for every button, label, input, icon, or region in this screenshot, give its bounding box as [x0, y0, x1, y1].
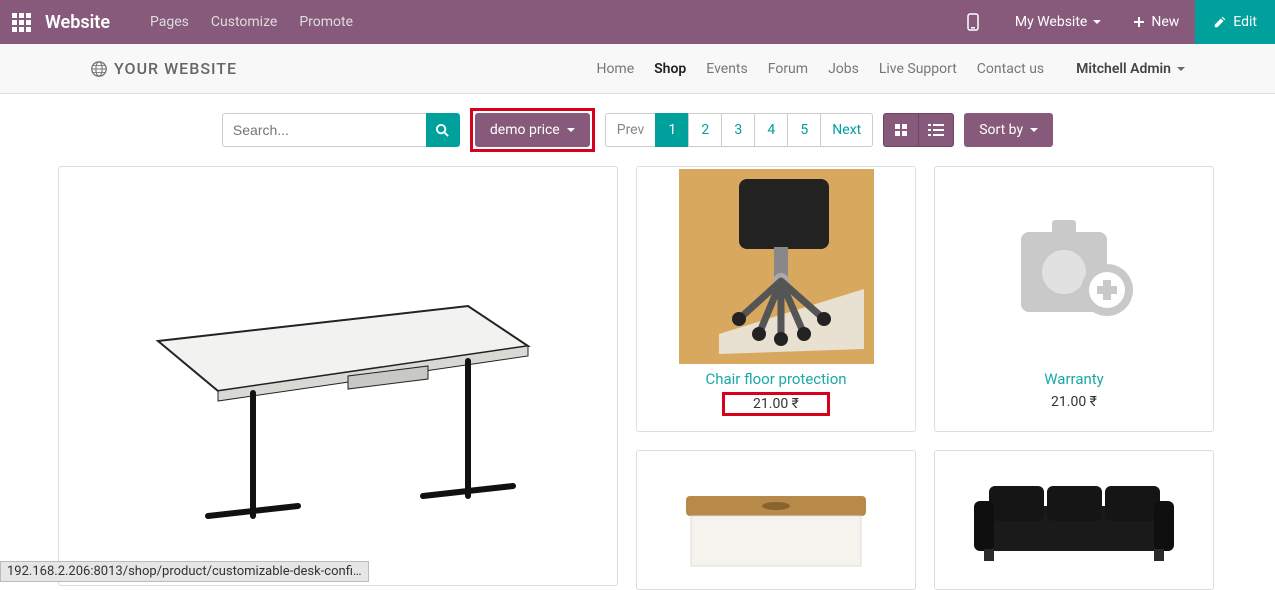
apps-icon[interactable]	[12, 13, 31, 32]
user-name: Mitchell Admin	[1076, 61, 1171, 77]
product-row-2	[636, 450, 1214, 590]
sofa-image	[959, 461, 1189, 571]
pricelist-label: demo price	[490, 122, 560, 138]
grid-view-button[interactable]	[883, 113, 919, 147]
page-2[interactable]: 2	[688, 113, 722, 147]
top-bar: Website Pages Customize Promote My Websi…	[0, 0, 1275, 44]
pagination: Prev 1 2 3 4 5 Next	[605, 113, 874, 147]
search-button[interactable]	[426, 113, 460, 147]
right-column: Chair floor protection 21.00 ₹	[636, 166, 1214, 590]
product-card-box[interactable]	[636, 450, 916, 590]
site-brand[interactable]: YOUR WEBSITE	[90, 59, 237, 78]
plus-icon	[1133, 16, 1145, 28]
top-menu-promote[interactable]: Promote	[299, 14, 353, 30]
pricelist-highlight: demo price	[470, 108, 595, 152]
page-prev[interactable]: Prev	[605, 113, 657, 147]
nav-jobs[interactable]: Jobs	[828, 61, 859, 77]
pencil-icon	[1213, 15, 1227, 29]
page-5[interactable]: 5	[787, 113, 821, 147]
chair-mat-image	[679, 169, 874, 364]
top-menu-pages[interactable]: Pages	[150, 14, 189, 30]
product-title[interactable]: Chair floor protection	[705, 370, 846, 388]
mobile-preview-icon[interactable]	[967, 13, 979, 31]
pricelist-dropdown[interactable]: demo price	[475, 113, 590, 147]
nav-forum[interactable]: Forum	[768, 61, 808, 77]
globe-icon	[90, 60, 108, 78]
top-menu: Pages Customize Promote	[150, 14, 353, 30]
nav-contact[interactable]: Contact us	[977, 61, 1044, 77]
product-card-chair-mat[interactable]: Chair floor protection 21.00 ₹	[636, 166, 916, 432]
caret-down-icon	[1093, 20, 1101, 24]
page-next[interactable]: Next	[820, 113, 873, 147]
product-price-highlighted: 21.00 ₹	[722, 392, 830, 416]
top-menu-customize[interactable]: Customize	[211, 14, 277, 30]
my-website-dropdown[interactable]: My Website	[999, 14, 1117, 30]
top-right: My Website New Edit	[967, 0, 1275, 44]
caret-down-icon	[1177, 67, 1185, 71]
caret-down-icon	[567, 128, 575, 132]
product-title[interactable]: Warranty	[1044, 370, 1104, 388]
nav-shop[interactable]: Shop	[654, 61, 686, 77]
page-3[interactable]: 3	[721, 113, 755, 147]
user-menu[interactable]: Mitchell Admin	[1076, 61, 1185, 77]
my-website-label: My Website	[1015, 14, 1087, 30]
product-grid: Chair floor protection 21.00 ₹	[0, 166, 1275, 590]
grid-icon	[894, 123, 908, 137]
app-brand[interactable]: Website	[45, 12, 110, 33]
product-card-warranty[interactable]: Warranty 21.00 ₹	[934, 166, 1214, 432]
desk-image	[98, 211, 578, 541]
sortby-dropdown[interactable]: Sort by	[964, 113, 1053, 147]
sortby-label: Sort by	[979, 122, 1023, 138]
edit-button[interactable]: Edit	[1195, 0, 1275, 44]
page-4[interactable]: 4	[754, 113, 788, 147]
product-price: 21.00 ₹	[1039, 392, 1109, 412]
edit-label: Edit	[1233, 14, 1257, 30]
search-group	[222, 113, 460, 147]
nav-home[interactable]: Home	[596, 61, 634, 77]
sub-nav: Home Shop Events Forum Jobs Live Support…	[596, 61, 1185, 77]
nav-events[interactable]: Events	[706, 61, 747, 77]
box-image	[661, 461, 891, 571]
new-button[interactable]: New	[1117, 14, 1195, 30]
sub-header: YOUR WEBSITE Home Shop Events Forum Jobs…	[0, 44, 1275, 94]
site-name: YOUR WEBSITE	[114, 59, 237, 78]
product-card-sofa[interactable]	[934, 450, 1214, 590]
status-bar: 192.168.2.206:8013/shop/product/customiz…	[0, 561, 369, 582]
view-switch	[883, 113, 954, 147]
product-card-desk[interactable]	[58, 166, 618, 586]
search-input[interactable]	[222, 113, 426, 147]
product-row-1: Chair floor protection 21.00 ₹	[636, 166, 1214, 432]
shop-toolbar: demo price Prev 1 2 3 4 5 Next Sort by	[0, 94, 1275, 166]
list-icon	[928, 124, 944, 136]
nav-live-support[interactable]: Live Support	[879, 61, 957, 77]
page-1[interactable]: 1	[655, 113, 689, 147]
new-label: New	[1151, 14, 1179, 30]
placeholder-image	[977, 169, 1172, 364]
search-icon	[435, 123, 450, 138]
caret-down-icon	[1030, 128, 1038, 132]
list-view-button[interactable]	[918, 113, 954, 147]
